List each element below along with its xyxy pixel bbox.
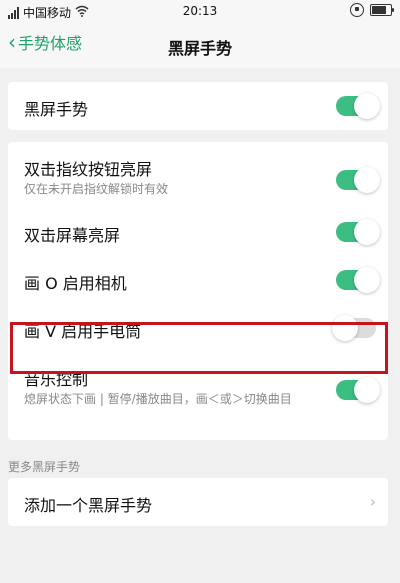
status-time: 20:13 — [182, 4, 218, 18]
nav-bar: ‹ 手势体感 黑屏手势 — [0, 24, 400, 68]
draw-o-camera-toggle[interactable] — [336, 267, 380, 293]
section-label: 更多黑屏手势 — [8, 460, 81, 474]
black-screen-gesture-toggle[interactable] — [336, 93, 380, 119]
music-control-toggle[interactable] — [336, 377, 380, 403]
toggle-knob — [354, 377, 380, 403]
card-black-screen-gesture: 黑屏手势 — [8, 82, 388, 130]
row-draw-o-camera[interactable]: 画 O 启用相机 — [8, 256, 388, 304]
toggle-knob — [354, 167, 380, 193]
toggle-knob — [354, 219, 380, 245]
row-sublabel: 仅在未开启指纹解锁时有效 — [24, 182, 169, 196]
toggle-knob — [354, 93, 380, 119]
row-add-gesture[interactable]: 添加一个黑屏手势 › — [8, 478, 388, 526]
highlight-frame — [10, 322, 388, 374]
chevron-right-icon: › — [369, 492, 376, 511]
row-sublabel: 熄屏状态下画 | 暂停/播放曲目，画＜或＞切换曲目 — [24, 392, 292, 406]
row-label: 双击指纹按钮亮屏 — [24, 160, 153, 179]
status-right — [350, 3, 394, 17]
status-bar: 中国移动 20:13 — [0, 0, 400, 24]
battery-icon — [370, 4, 394, 16]
row-label: 添加一个黑屏手势 — [24, 496, 153, 515]
row-double-tap-screen[interactable]: 双击屏幕亮屏 — [8, 208, 388, 256]
row-label: 黑屏手势 — [24, 100, 89, 119]
row-double-tap-fingerprint[interactable]: 双击指纹按钮亮屏 仅在未开启指纹解锁时有效 — [8, 142, 388, 208]
card-add-gesture: 添加一个黑屏手势 › — [8, 478, 388, 526]
double-tap-screen-toggle[interactable] — [336, 219, 380, 245]
battery-fill — [372, 6, 386, 14]
rotation-lock-icon — [350, 3, 364, 17]
double-tap-fingerprint-toggle[interactable] — [336, 167, 380, 193]
row-label: 画 O 启用相机 — [24, 274, 127, 293]
page-title: 黑屏手势 — [167, 39, 232, 58]
card-gesture-list: 双击指纹按钮亮屏 仅在未开启指纹解锁时有效 双击屏幕亮屏 画 O 启用相机 画 … — [8, 142, 388, 440]
row-black-screen-gesture[interactable]: 黑屏手势 — [8, 82, 388, 130]
toggle-knob — [354, 267, 380, 293]
row-label: 双击屏幕亮屏 — [24, 226, 121, 245]
